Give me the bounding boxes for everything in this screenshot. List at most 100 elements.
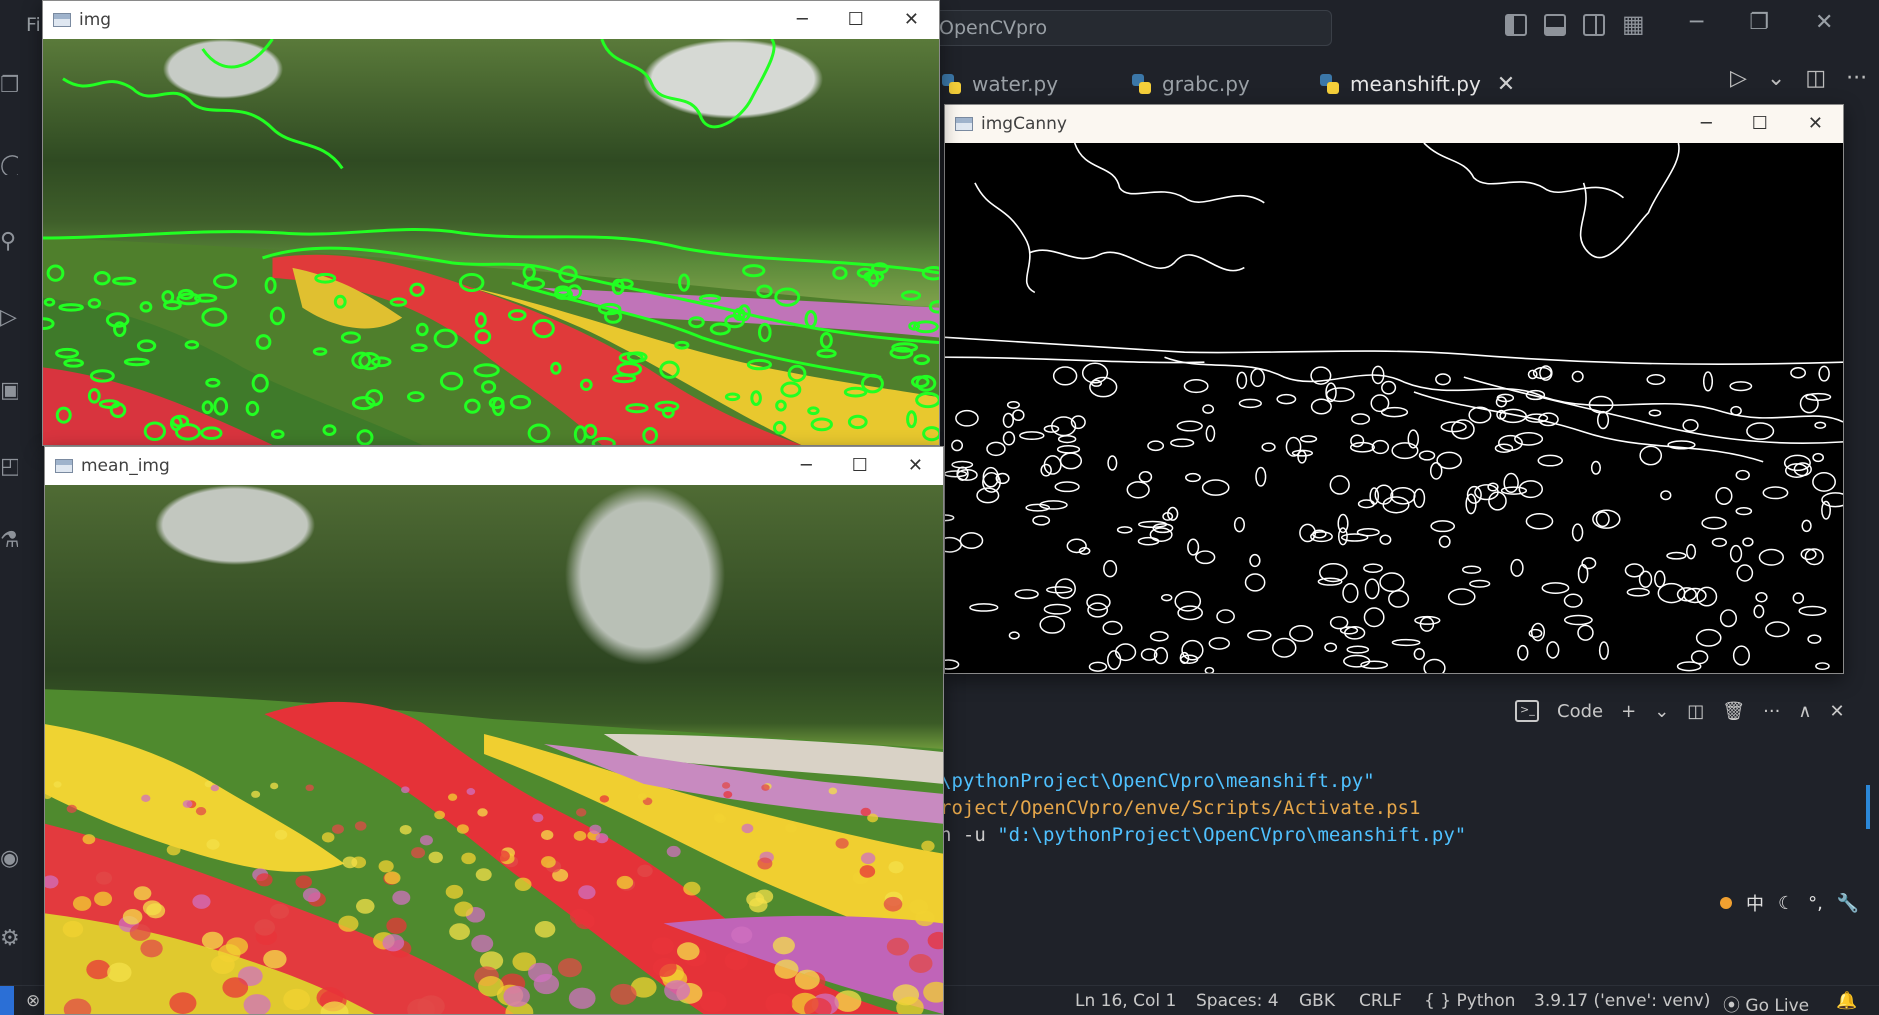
- flower-tuft: [860, 807, 871, 817]
- window-titlebar[interactable]: mean_img ─ ☐ ✕: [45, 447, 943, 485]
- line-ending[interactable]: CRLF: [1359, 991, 1402, 1011]
- edge-blob: [1066, 538, 1087, 554]
- minimize-icon[interactable]: ─: [797, 9, 808, 30]
- mean-shift-image: [45, 485, 943, 1014]
- edge-blob: [1590, 460, 1601, 475]
- restore-icon[interactable]: ❐: [1749, 10, 1769, 35]
- more-actions-icon[interactable]: ···: [1763, 701, 1780, 722]
- edge-blob: [1208, 637, 1231, 650]
- edge-blob: [1310, 398, 1332, 415]
- testing-icon[interactable]: ⚗: [0, 528, 18, 550]
- run-dropdown-icon[interactable]: ⌄: [1767, 66, 1785, 91]
- terminal-dropdown-icon[interactable]: ⌄: [1654, 701, 1669, 722]
- python-interpreter[interactable]: 3.9.17 ('enve': venv): [1534, 991, 1710, 1011]
- kill-terminal-icon[interactable]: 🗑: [1722, 701, 1745, 722]
- flower-tuft: [921, 840, 935, 852]
- close-panel-icon[interactable]: ✕: [1830, 701, 1845, 722]
- maximize-icon[interactable]: ☐: [1752, 113, 1768, 134]
- run-debug-icon[interactable]: ▷: [0, 305, 18, 327]
- flower-tuft: [610, 983, 637, 1005]
- tab-grabc[interactable]: grabc.py: [1130, 62, 1250, 106]
- remote-indicator[interactable]: [0, 986, 14, 1015]
- window-mean-img[interactable]: mean_img ─ ☐ ✕: [44, 446, 944, 1015]
- edge-blob: [1285, 436, 1302, 457]
- go-live-button[interactable]: ⦿ Go Live: [1723, 991, 1809, 1015]
- close-icon[interactable]: ✕: [1815, 10, 1833, 35]
- split-terminal-icon[interactable]: ◫: [1687, 701, 1704, 722]
- mean-shift-scene: [45, 689, 943, 1014]
- terminal-panel-toolbar: >_ Code + ⌄ ◫ 🗑 ··· ∧ ✕: [1515, 700, 1845, 722]
- window-titlebar[interactable]: img ─ ☐ ✕: [43, 1, 939, 39]
- command-center-search[interactable]: OpenCVpro: [930, 10, 1332, 46]
- notifications-bell-icon[interactable]: 🔔: [1836, 991, 1857, 1011]
- edge-blob: [1755, 592, 1768, 603]
- cursor-position[interactable]: Ln 16, Col 1: [1075, 991, 1176, 1011]
- minimize-icon[interactable]: ─: [801, 455, 812, 476]
- edge-blob: [1363, 563, 1383, 574]
- flower-tuft: [411, 847, 426, 859]
- indentation[interactable]: Spaces: 4: [1196, 991, 1279, 1011]
- flower-tuft: [886, 937, 909, 956]
- language-mode[interactable]: { } Python: [1424, 991, 1515, 1011]
- settings-gear-icon[interactable]: ⚙: [0, 926, 18, 948]
- source-control-icon[interactable]: ⚲: [0, 229, 18, 251]
- extensions-icon[interactable]: ▣: [0, 378, 18, 400]
- window-titlebar[interactable]: imgCanny ─ ☐ ✕: [945, 105, 1843, 143]
- menu-file-clipped[interactable]: Fi: [26, 14, 41, 36]
- remote-explorer-icon[interactable]: ◰: [0, 454, 18, 476]
- split-editor-icon[interactable]: ◫: [1805, 66, 1826, 91]
- terminal-name[interactable]: Code: [1557, 701, 1603, 722]
- flower-tuft: [445, 884, 464, 899]
- toggle-primary-sidebar-icon[interactable]: [1505, 14, 1527, 36]
- encoding[interactable]: GBK: [1299, 991, 1335, 1011]
- edge-blob: [969, 603, 999, 612]
- tab-meanshift[interactable]: meanshift.py ✕: [1318, 62, 1515, 106]
- close-icon[interactable]: ✕: [1808, 113, 1823, 134]
- close-icon[interactable]: ✕: [904, 9, 919, 30]
- flower-tuft: [454, 901, 474, 917]
- wrench-icon[interactable]: 🔧: [1837, 893, 1859, 914]
- search-icon[interactable]: ◯: [0, 153, 18, 175]
- flower-tuft: [568, 987, 596, 1009]
- error-circle-icon[interactable]: ⊗: [26, 991, 40, 1011]
- minimize-icon[interactable]: ─: [1690, 10, 1703, 35]
- flower-tuft: [94, 891, 113, 907]
- edge-blob: [1798, 605, 1827, 616]
- toggle-secondary-sidebar-icon[interactable]: [1583, 14, 1605, 36]
- account-icon[interactable]: ◉: [0, 846, 18, 868]
- edge-blob: [1514, 432, 1544, 446]
- customize-layout-icon[interactable]: [1622, 10, 1645, 38]
- new-terminal-icon[interactable]: +: [1621, 701, 1636, 722]
- maximize-icon[interactable]: ☐: [852, 455, 868, 476]
- close-icon[interactable]: ✕: [908, 455, 923, 476]
- explorer-icon[interactable]: ❐: [0, 73, 18, 95]
- flower-tuft: [263, 949, 287, 969]
- edge-blob: [1391, 442, 1419, 460]
- punctuation-icon[interactable]: °,: [1808, 893, 1823, 914]
- edge-blob: [1185, 472, 1201, 483]
- tab-water[interactable]: water.py: [940, 62, 1058, 106]
- window-imgcanny[interactable]: imgCanny ─ ☐ ✕: [944, 104, 1844, 674]
- moon-icon[interactable]: ☾: [1778, 893, 1794, 914]
- edge-blob: [945, 514, 955, 522]
- flower-tuft: [254, 919, 275, 936]
- edge-blob: [1746, 422, 1775, 440]
- edge-blob: [1729, 381, 1753, 392]
- maximize-icon[interactable]: ☐: [848, 9, 864, 30]
- edge-blob: [1057, 434, 1077, 444]
- run-python-file-icon[interactable]: ▷: [1730, 66, 1747, 91]
- window-img[interactable]: img ─ ☐ ✕: [42, 0, 940, 446]
- edge-blob: [1571, 523, 1584, 542]
- ime-chinese-mode[interactable]: 中: [1746, 890, 1764, 916]
- toggle-panel-icon[interactable]: [1544, 14, 1566, 36]
- edge-blob: [1388, 589, 1410, 608]
- terminal-output[interactable]: \pythonProject\OpenCVpro\meanshift.py" r…: [940, 768, 1466, 849]
- flower-tuft: [378, 860, 394, 873]
- more-actions-icon[interactable]: ···: [1846, 66, 1867, 91]
- maximize-panel-icon[interactable]: ∧: [1798, 701, 1811, 722]
- edge-blob: [1742, 537, 1754, 547]
- edge-blob: [1765, 621, 1790, 638]
- minimize-icon[interactable]: ─: [1701, 113, 1712, 134]
- edge-blob: [1447, 588, 1476, 606]
- close-tab-icon[interactable]: ✕: [1497, 72, 1515, 97]
